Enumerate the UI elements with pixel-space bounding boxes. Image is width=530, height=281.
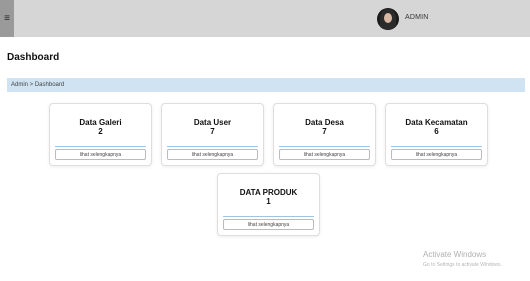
avatar-face [384,13,392,23]
card-data-galeri: Data Galeri 2 lihat selengkapnya [49,103,152,166]
see-more-button[interactable]: lihat selengkapnya [279,149,370,160]
card-title: Data User [193,118,232,127]
user-name[interactable]: ADMIN [405,14,429,21]
card-divider [391,146,482,147]
see-more-button[interactable]: lihat selengkapnya [167,149,258,160]
activate-windows-hint: Go to Settings to activate Windows. [423,262,502,268]
card-divider [223,216,314,217]
card-count: 1 [266,197,271,206]
card-divider [167,146,258,147]
card-title: DATA PRODUK [239,188,298,197]
card-title: Data Desa [305,118,344,127]
top-navbar: ≡ ADMIN [0,0,530,37]
card-count: 7 [210,127,215,136]
user-avatar[interactable] [377,8,399,30]
card-data-desa: Data Desa 7 lihat selengkapnya [273,103,376,166]
breadcrumb: Admin > Dashboard [7,78,525,92]
breadcrumb-text: Admin > Dashboard [11,82,65,88]
card-title: Data Kecamatan [405,118,468,127]
see-more-button[interactable]: lihat selengkapnya [55,149,146,160]
card-count: 6 [434,127,439,136]
card-divider [55,146,146,147]
card-data-user: Data User 7 lihat selengkapnya [161,103,264,166]
activate-windows-watermark: Activate Windows [423,250,487,259]
menu-toggle-icon[interactable]: ≡ [0,0,14,37]
see-more-button[interactable]: lihat selengkapnya [223,219,314,230]
see-more-button[interactable]: lihat selengkapnya [391,149,482,160]
card-data-kecamatan: Data Kecamatan 6 lihat selengkapnya [385,103,488,166]
card-count: 2 [98,127,103,136]
card-count: 7 [322,127,327,136]
page-title: Dashboard [7,52,60,63]
card-divider [279,146,370,147]
card-title: Data Galeri [79,118,122,127]
card-data-produk: DATA PRODUK 1 lihat selengkapnya [217,173,320,236]
